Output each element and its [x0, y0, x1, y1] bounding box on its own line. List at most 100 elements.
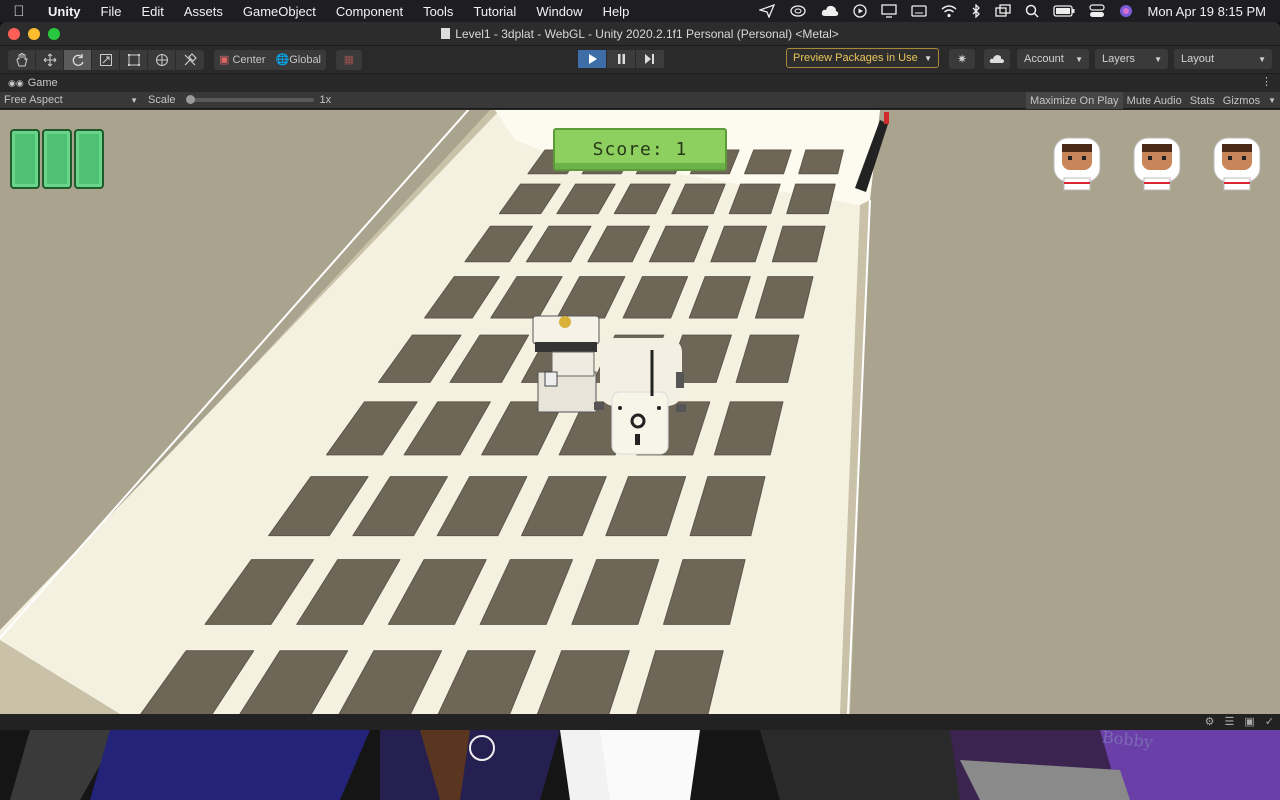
collab-button[interactable]: ✷	[949, 49, 975, 69]
layers-icon[interactable]: ☰	[1225, 715, 1235, 728]
status-bar: ⚙ ☰ ▣ ✓	[0, 712, 1280, 730]
cloud-button[interactable]	[984, 49, 1010, 69]
keyboard-icon[interactable]	[911, 4, 928, 18]
game-viewport[interactable]: Score: 1	[0, 110, 1280, 714]
layout-dropdown[interactable]: Layout ▼	[1174, 49, 1272, 69]
maximize-on-play-toggle[interactable]: Maximize On Play	[1026, 92, 1123, 109]
scale-slider[interactable]	[185, 95, 314, 104]
floor-tile	[798, 149, 844, 175]
chevron-down-icon: ▼	[924, 53, 932, 63]
account-dropdown[interactable]: Account ▼	[1017, 49, 1089, 69]
gizmos-toggle[interactable]: Gizmos	[1219, 92, 1264, 109]
menu-assets[interactable]: Assets	[174, 4, 233, 19]
scale-value: 1x	[319, 94, 332, 106]
pause-icon	[617, 54, 625, 64]
lock-icon[interactable]: ▣	[1244, 715, 1254, 728]
scale-tool-button[interactable]	[92, 49, 120, 70]
custom-tool-button[interactable]	[176, 50, 204, 70]
preview-packages-dropdown[interactable]: Preview Packages in Use ▼	[786, 48, 939, 68]
search-icon[interactable]	[1025, 4, 1040, 18]
menu-gameobject[interactable]: GameObject	[233, 4, 326, 19]
bluetooth-icon[interactable]	[971, 4, 981, 18]
hand-tool-button[interactable]	[8, 49, 36, 70]
game-tab-label: Game	[27, 77, 58, 89]
menu-edit[interactable]: Edit	[131, 4, 173, 19]
pause-button[interactable]	[607, 50, 635, 68]
more-options-icon[interactable]: ⋮	[1261, 75, 1272, 88]
send-icon[interactable]	[759, 4, 776, 18]
bug-icon[interactable]: ⚙	[1205, 715, 1215, 728]
health-bar-2	[42, 129, 72, 189]
custom-tool-icon	[184, 52, 197, 65]
collab-icon: ✷	[956, 52, 968, 66]
grid-snap-icon: ▦	[343, 54, 355, 66]
play-circle-icon[interactable]	[853, 4, 868, 18]
pivot-center-button[interactable]: ▣ Center	[214, 53, 271, 66]
menu-file[interactable]: File	[91, 4, 132, 19]
chevron-down-icon: ▼	[1154, 54, 1162, 64]
rect-tool-icon	[127, 53, 140, 66]
grid-snap-button[interactable]: ▦	[336, 49, 362, 70]
menu-tools[interactable]: Tools	[413, 4, 463, 19]
pivot-toggle-group: ▣ Center 🌐Global	[214, 49, 327, 70]
menu-component[interactable]: Component	[326, 4, 413, 19]
gamepad-icon: ◉◉	[8, 77, 24, 88]
desktop-wallpaper: Bobby	[0, 730, 1280, 800]
zoom-window-button[interactable]	[48, 27, 60, 40]
mute-audio-toggle[interactable]: Mute Audio	[1123, 92, 1186, 109]
astronaut-life-icon	[1133, 137, 1181, 191]
scale-icon	[99, 53, 112, 66]
chevron-down-icon: ▼	[1075, 54, 1083, 64]
rotate-icon	[72, 53, 84, 66]
health-bar-1	[10, 129, 40, 189]
checkmark-icon[interactable]: ✓	[1265, 715, 1274, 728]
aspect-dropdown[interactable]: Free Aspect ▼	[0, 94, 140, 106]
window-title: Level1 - 3dplat - WebGL - Unity 2020.2.1…	[455, 26, 839, 41]
astronaut-life-icon	[1213, 137, 1261, 191]
menu-tutorial[interactable]: Tutorial	[463, 4, 526, 19]
move-tool-button[interactable]	[36, 49, 64, 70]
siri-icon[interactable]	[1119, 4, 1133, 18]
menubar-clock[interactable]: Mon Apr 19 8:15 PM	[1147, 4, 1266, 19]
move-icon	[43, 53, 56, 66]
battery-icon[interactable]	[1053, 4, 1075, 18]
health-bar-3	[74, 129, 104, 189]
globe-icon: 🌐	[275, 54, 290, 66]
menu-help[interactable]: Help	[593, 4, 640, 19]
hand-icon	[15, 52, 28, 66]
play-button[interactable]	[578, 50, 606, 68]
stats-toggle[interactable]: Stats	[1186, 92, 1219, 109]
menu-window[interactable]: Window	[526, 4, 592, 19]
document-icon	[441, 27, 451, 39]
layers-dropdown[interactable]: Layers ▼	[1095, 49, 1168, 69]
creative-cloud-icon[interactable]	[789, 4, 807, 18]
step-button[interactable]	[636, 50, 664, 68]
floor-tile	[786, 183, 836, 215]
gizmos-dropdown-icon[interactable]: ▼	[1264, 92, 1280, 109]
scale-slider-knob[interactable]	[185, 95, 195, 104]
screen-mirror-icon[interactable]	[995, 4, 1012, 18]
rotate-tool-button[interactable]	[64, 49, 92, 70]
menu-app-unity[interactable]: Unity	[38, 4, 91, 19]
apple-icon[interactable]: 	[0, 3, 38, 20]
game-tab[interactable]: ◉◉ Game ⋮	[0, 74, 1280, 92]
pivot-global-button[interactable]: 🌐Global	[271, 53, 327, 66]
step-icon	[645, 54, 654, 64]
cloud-upload-icon[interactable]	[821, 4, 839, 18]
close-window-button[interactable]	[8, 27, 20, 40]
scale-label: Scale	[148, 94, 176, 106]
rect-tool-button[interactable]	[120, 49, 148, 70]
game-scene	[0, 110, 1280, 714]
cloud-icon	[989, 55, 1004, 63]
main-toolbar: ▣ Center 🌐Global ▦ Preview Packages in U…	[0, 46, 1280, 74]
control-center-icon[interactable]	[1089, 4, 1106, 18]
tool-group	[8, 49, 204, 70]
transform-tool-button[interactable]	[148, 49, 176, 70]
transform-tool-icon	[155, 53, 168, 66]
macos-menubar:  Unity File Edit Assets GameObject Comp…	[0, 0, 1280, 22]
minimize-window-button[interactable]	[28, 27, 40, 40]
play-icon	[588, 54, 597, 64]
display-icon[interactable]	[881, 4, 898, 18]
wifi-icon[interactable]	[941, 4, 957, 18]
score-display: Score: 1	[553, 128, 727, 171]
